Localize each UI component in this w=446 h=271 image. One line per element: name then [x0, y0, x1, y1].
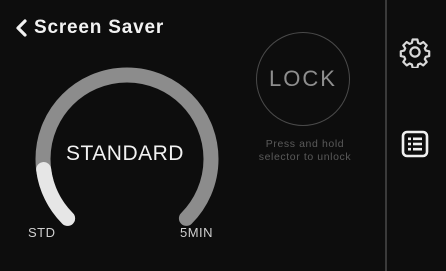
screen-saver-screen: Screen Saver STANDARD STD 5MIN LOCK Pres…	[0, 0, 446, 271]
settings-button[interactable]	[393, 30, 437, 74]
dial-value: STANDARD	[66, 142, 184, 165]
list-icon	[401, 130, 429, 158]
page-title: Screen Saver	[34, 17, 165, 38]
sidebar-divider	[385, 0, 387, 271]
dial-max-label: 5MIN	[180, 225, 214, 240]
lock-hint: Press and hold selector to unlock	[258, 138, 352, 163]
chevron-left-icon	[16, 19, 27, 37]
back-button[interactable]: Screen Saver	[14, 17, 164, 39]
gear-icon	[399, 38, 431, 68]
list-button[interactable]	[393, 122, 437, 166]
dial-fill	[36, 162, 76, 226]
dial-min-label: STD	[28, 225, 56, 240]
lock-label: LOCK	[269, 66, 337, 91]
lock-button[interactable]: LOCK	[256, 32, 350, 126]
